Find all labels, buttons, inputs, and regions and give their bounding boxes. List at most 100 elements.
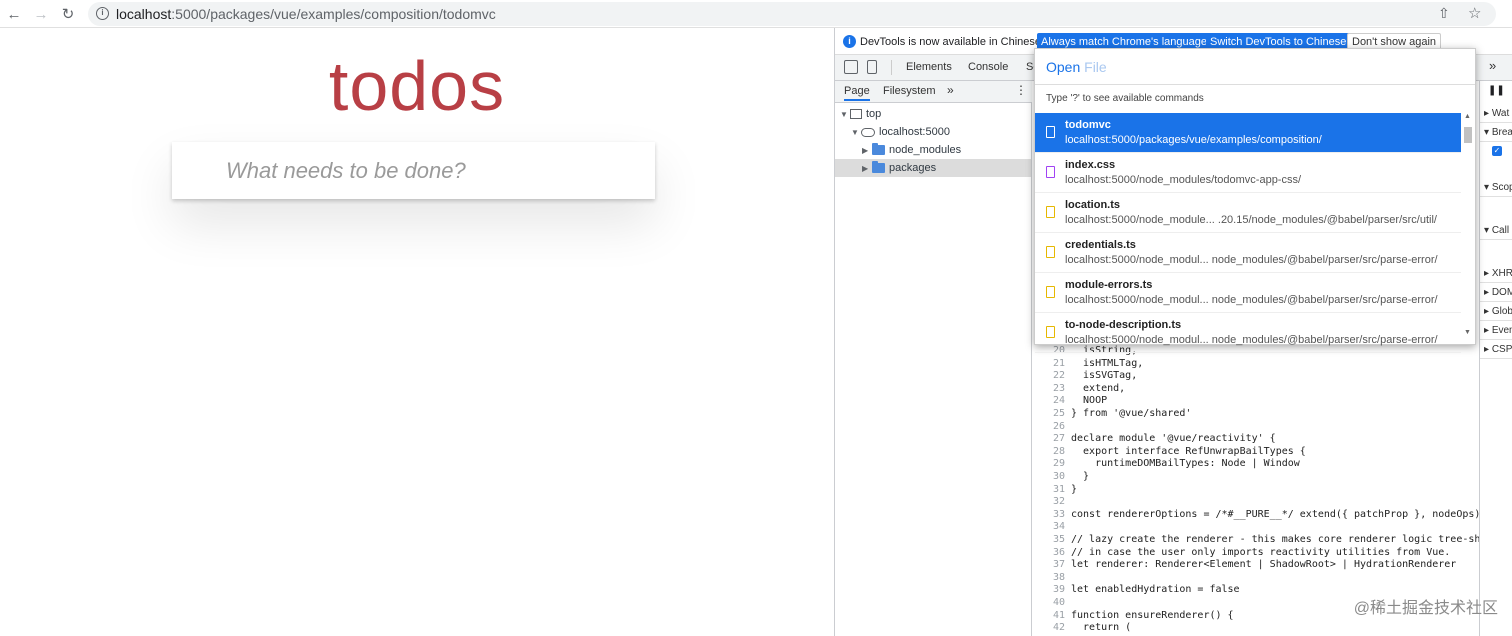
result-file-name: credentials.ts [1065, 239, 1136, 251]
command-hint: Type '?' to see available commands [1046, 93, 1204, 104]
code-line: } [1071, 471, 1090, 482]
file-icon [1046, 326, 1055, 338]
line-number: 28 [1052, 445, 1065, 457]
result-file-name: todomvc [1065, 119, 1111, 131]
command-result-item[interactable]: index.css localhost:5000/node_modules/tod… [1035, 153, 1461, 193]
checkbox-checked-icon[interactable]: ✓ [1492, 146, 1502, 156]
result-file-name: module-errors.ts [1065, 279, 1153, 291]
collapse-triangle-icon: ▶ [862, 145, 869, 155]
result-file-name: index.css [1065, 159, 1116, 171]
command-result-item[interactable]: location.ts localhost:5000/node_module...… [1035, 193, 1461, 233]
line-number: 27 [1052, 433, 1065, 445]
todomvc-page: todos [0, 28, 834, 636]
scroll-down-icon[interactable]: ▼ [1464, 329, 1471, 336]
folder-icon [872, 143, 885, 155]
scroll-up-icon[interactable]: ▲ [1464, 113, 1471, 120]
debugger-sidebar: ❚❚ ▸ Wat ▾ Brea ✓ ▾ Scop ▾ Call ▸ XHR ▸ … [1479, 81, 1512, 636]
tab-filesystem[interactable]: Filesystem [883, 85, 936, 97]
pause-icon[interactable]: ❚❚ [1488, 85, 1505, 96]
pane-breakpoints[interactable]: ▾ Brea [1480, 123, 1512, 142]
kebab-menu-icon[interactable]: ⋮ [1015, 83, 1027, 97]
command-input[interactable]: Open File [1035, 49, 1475, 85]
tree-item-node-modules[interactable]: ▶ node_modules [862, 141, 961, 159]
code-line: } from '@vue/shared' [1071, 408, 1192, 419]
line-number: 22 [1052, 370, 1065, 382]
line-number: 40 [1052, 597, 1065, 608]
tab-console[interactable]: Console [968, 61, 1008, 73]
file-icon [1046, 206, 1055, 218]
tab-page[interactable]: Page [844, 85, 870, 101]
infobar-message: DevTools is now available in Chinese! [860, 36, 1045, 48]
file-icon [1046, 126, 1055, 138]
sources-navigator: Page Filesystem » ⋮ ▼ top ▼ localhost:5000… [835, 81, 1032, 636]
code-line: export interface RefUnwrapBailTypes { [1071, 445, 1306, 457]
tree-item-localhost[interactable]: ▼ localhost:5000 [851, 123, 950, 141]
forward-arrow-icon[interactable]: → [30, 3, 52, 25]
tree-item-packages[interactable]: ▶ packages [835, 159, 1031, 177]
code-line: extend, [1071, 382, 1126, 394]
reload-icon[interactable]: ↻ [57, 3, 79, 25]
collapse-triangle-icon: ▶ [862, 163, 869, 173]
code-line: let enabledHydration = false [1071, 584, 1240, 596]
result-file-path: localhost:5000/node_modul... node_module… [1065, 294, 1438, 306]
bookmark-star-icon[interactable]: ☆ [1468, 4, 1481, 22]
command-result-item[interactable]: module-errors.ts localhost:5000/node_modu… [1035, 273, 1461, 313]
pane-global-listeners[interactable]: ▸ Glob [1480, 302, 1512, 321]
result-file-path: localhost:5000/node_modul... node_module… [1065, 334, 1438, 346]
line-number: 25 [1052, 408, 1065, 419]
result-scrollbar[interactable]: ▲ ▼ [1463, 113, 1473, 337]
info-icon[interactable]: i [96, 7, 109, 20]
code-line: // in case the user only imports reactiv… [1071, 546, 1451, 558]
line-number: 26 [1052, 420, 1065, 432]
share-icon[interactable]: ⇧ [1438, 5, 1450, 22]
code-line: // lazy create the renderer - this makes… [1071, 534, 1479, 545]
browser-toolbar: ← → ↻ i localhost:5000/packages/vue/exam… [0, 0, 1512, 28]
tree-item-top[interactable]: ▼ top [840, 105, 881, 123]
code-line: const rendererOptions = /*#__PURE__*/ ex… [1071, 508, 1479, 520]
file-icon [1046, 166, 1055, 178]
line-number: 24 [1052, 395, 1065, 407]
expand-triangle-icon: ▼ [851, 127, 859, 137]
command-result-item[interactable]: todomvc localhost:5000/packages/vue/examp… [1035, 113, 1461, 153]
pane-csp-breakpoints[interactable]: ▸ CSP [1480, 340, 1512, 359]
line-number: 39 [1052, 584, 1065, 596]
expand-triangle-icon: ▼ [840, 109, 848, 119]
todos-title: todos [328, 47, 506, 125]
line-number: 23 [1052, 382, 1065, 394]
more-navigator-tabs-icon[interactable]: » [947, 83, 954, 97]
result-file-name: location.ts [1065, 199, 1121, 211]
pane-watch[interactable]: ▸ Wat [1480, 104, 1512, 123]
inspect-element-icon[interactable] [844, 60, 858, 74]
line-number: 33 [1052, 508, 1065, 520]
line-number: 30 [1052, 471, 1065, 482]
address-bar[interactable]: i localhost:5000/packages/vue/examples/c… [88, 2, 1496, 26]
new-todo-input[interactable] [172, 142, 655, 199]
command-placeholder: File [1084, 59, 1107, 75]
scroll-thumb[interactable] [1464, 127, 1472, 143]
file-icon [1046, 246, 1055, 258]
tab-elements[interactable]: Elements [906, 61, 952, 73]
file-icon [1046, 286, 1055, 298]
code-line: isSVGTag, [1071, 370, 1138, 382]
more-tabs-icon[interactable]: » [1489, 58, 1496, 73]
pane-dom-breakpoints[interactable]: ▸ DOM [1480, 283, 1512, 302]
code-line: return ( [1071, 622, 1132, 634]
navigator-tabs: Page Filesystem » ⋮ [835, 81, 1032, 103]
info-circle-icon: i [843, 35, 856, 48]
line-number: 38 [1052, 571, 1065, 583]
device-toolbar-icon[interactable] [867, 60, 877, 74]
pane-call-stack[interactable]: ▾ Call [1480, 221, 1512, 240]
cloud-icon [861, 127, 875, 137]
command-result-item[interactable]: to-node-description.ts localhost:5000/nod… [1035, 313, 1461, 353]
pane-event-listener-breakpoints[interactable]: ▸ Even [1480, 321, 1512, 340]
line-number: 36 [1052, 546, 1065, 558]
pane-scope[interactable]: ▾ Scop [1480, 178, 1512, 197]
back-arrow-icon[interactable]: ← [3, 3, 25, 25]
result-file-path: localhost:5000/packages/vue/examples/com… [1065, 134, 1322, 146]
code-line: function ensureRenderer() { [1071, 609, 1234, 621]
url-text: localhost:5000/packages/vue/examples/com… [116, 6, 496, 22]
command-result-item[interactable]: credentials.ts localhost:5000/node_modul.… [1035, 233, 1461, 273]
line-number: 29 [1052, 458, 1065, 470]
code-line: let renderer: Renderer<Element | ShadowR… [1071, 559, 1457, 571]
pane-xhr-breakpoints[interactable]: ▸ XHR [1480, 264, 1512, 283]
